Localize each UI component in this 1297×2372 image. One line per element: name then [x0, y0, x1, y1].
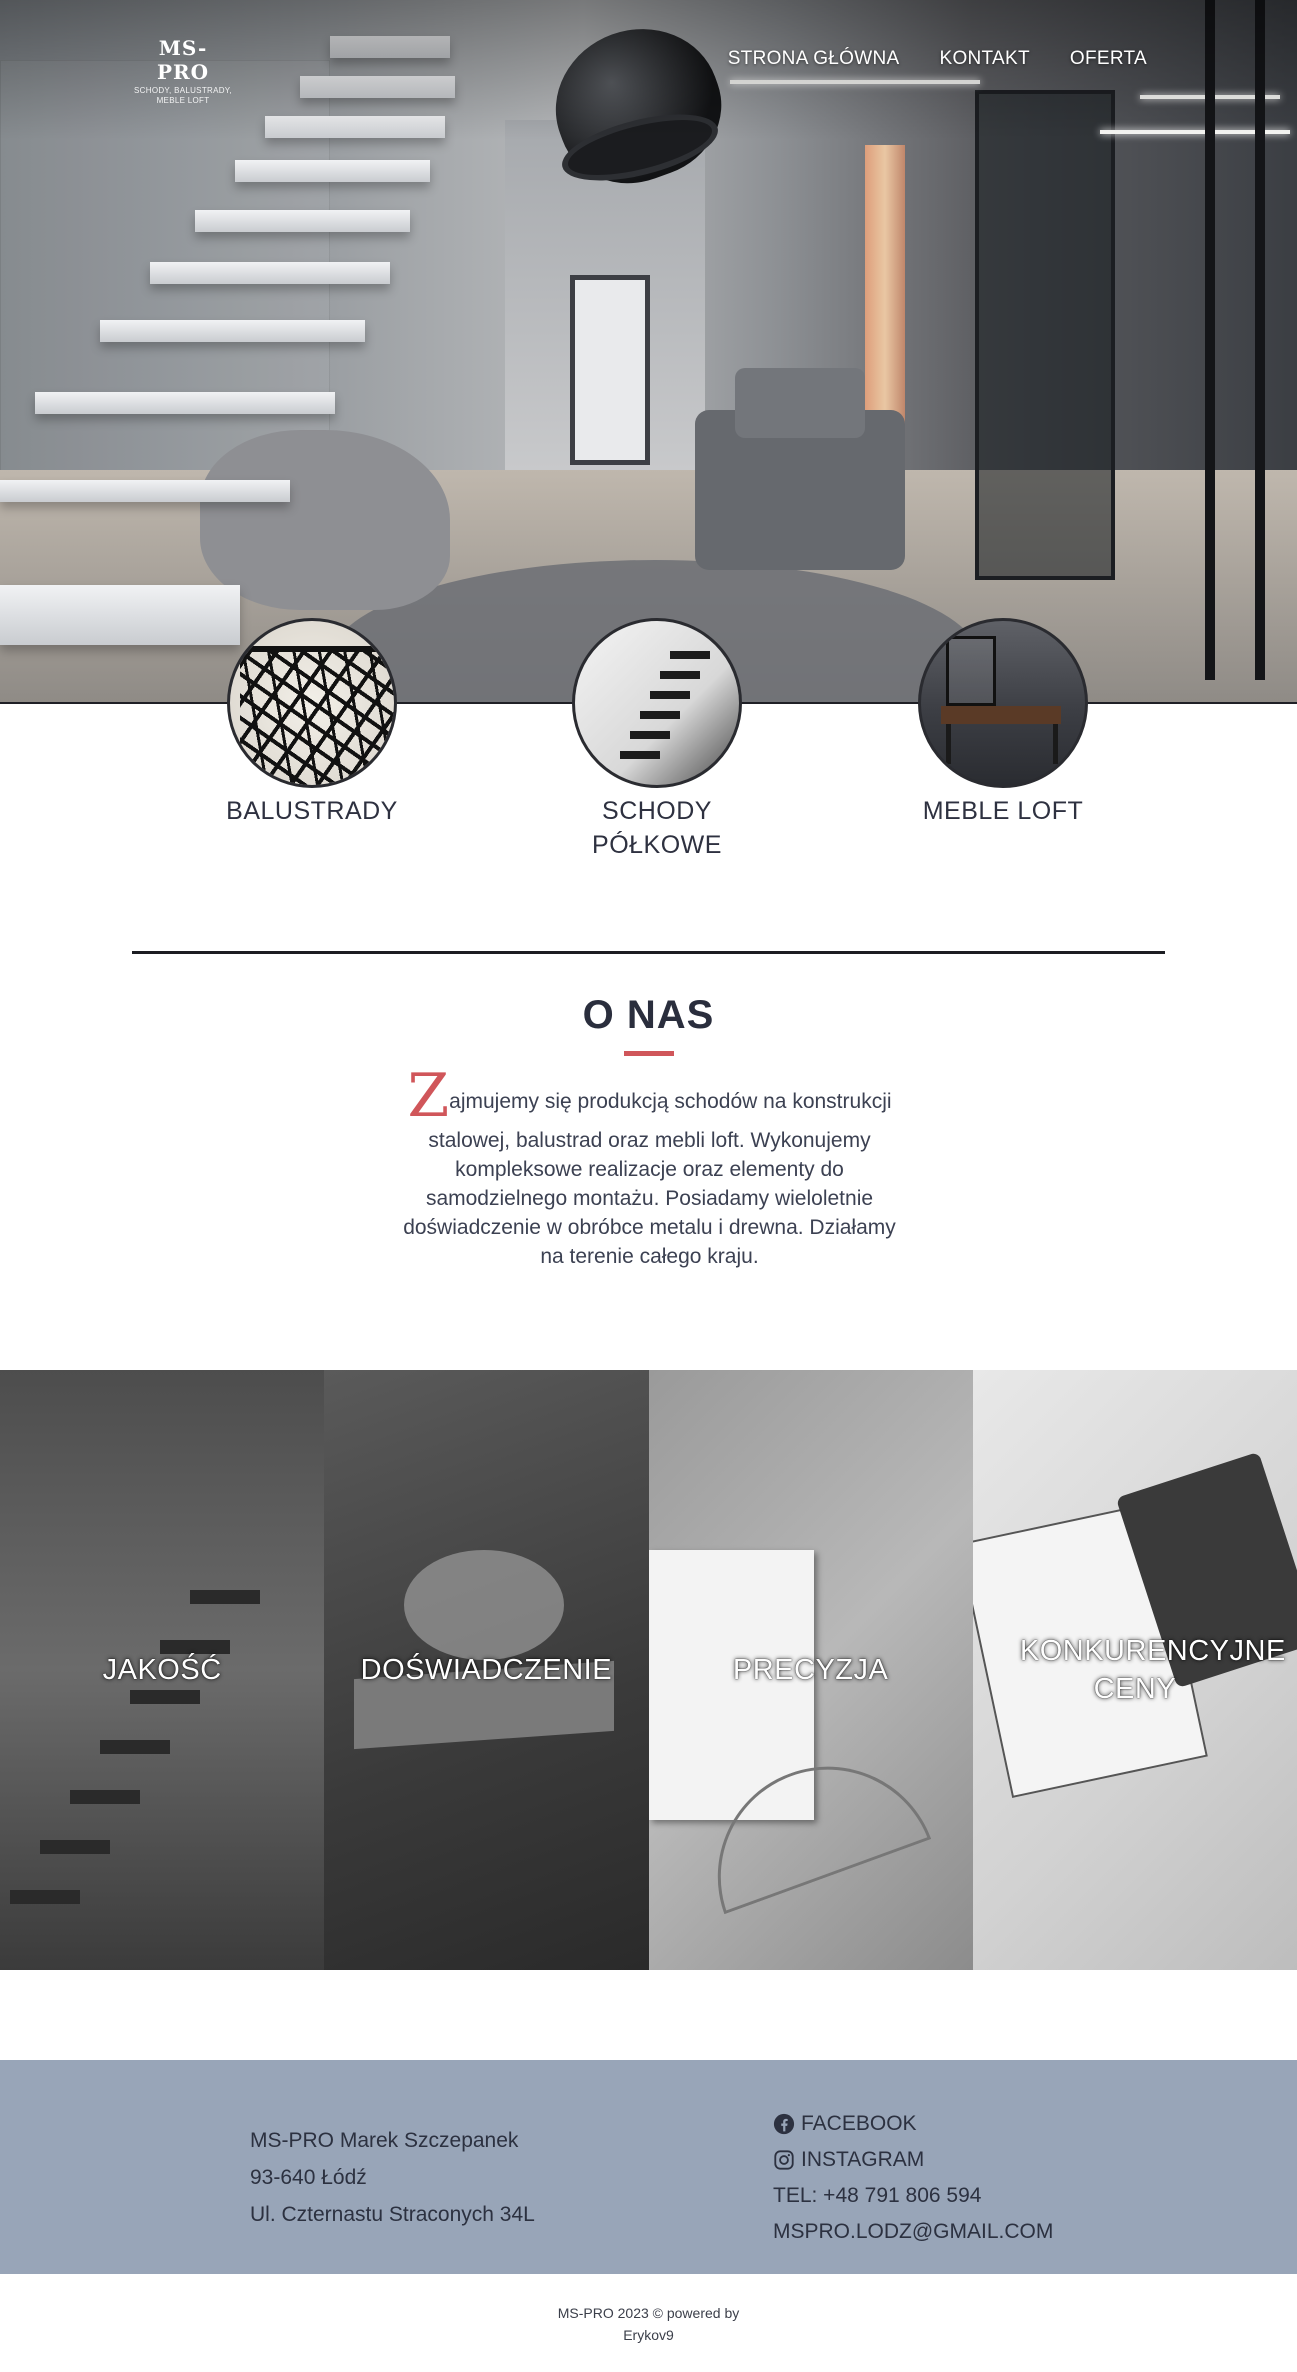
drop-cap: Z [407, 1061, 450, 1131]
category-label[interactable]: BALUSTRADY [187, 794, 437, 828]
phone-number[interactable]: TEL: +48 791 806 594 [773, 2178, 1053, 2214]
table [941, 706, 1061, 724]
category-label[interactable]: SCHODY PÓŁKOWE [587, 794, 727, 862]
stair-step [670, 651, 710, 659]
facebook-icon [773, 2113, 795, 2135]
copyright: MS-PRO 2023 © powered by Erykov9 [0, 2302, 1297, 2346]
footer [0, 2060, 1297, 2274]
balustrade-pattern [240, 646, 394, 785]
feature-tile: JAKOŚĆ [0, 1370, 325, 1970]
instagram-label[interactable]: INSTAGRAM [801, 2142, 924, 2178]
hero-armchair [695, 368, 905, 570]
about-underline [624, 1051, 674, 1056]
feature-tile: KONKURENCYJNE CENY [972, 1370, 1297, 1970]
stair-step [190, 1590, 260, 1604]
logo-title: MS-PRO [156, 36, 210, 84]
stair-step [130, 1690, 200, 1704]
instagram-icon [774, 2150, 794, 2170]
stair-step [10, 1890, 80, 1904]
company-name: MS-PRO Marek Szczepanek [250, 2129, 519, 2152]
logo-subtitle: SCHODY, BALUSTRADY, MEBLE LOFT [134, 86, 232, 105]
logo[interactable]: MS-PRO SCHODY, BALUSTRADY, MEBLE LOFT [133, 36, 233, 106]
feature-tile: DOŚWIADCZENIE [324, 1370, 649, 1970]
feature-label: JAKOŚĆ [102, 1654, 222, 1686]
email-address[interactable]: MSPRO.LODZ@GMAIL.COM [773, 2214, 1053, 2250]
stair-step [620, 751, 660, 759]
feature-label: PRECYZJA [732, 1654, 889, 1686]
stair-step [195, 210, 410, 232]
hero-door [570, 275, 650, 465]
section-divider [132, 951, 1165, 954]
stair-step [100, 1740, 170, 1754]
stair-step [640, 711, 680, 719]
stair-step [40, 1840, 110, 1854]
feature-label: DOŚWIADCZENIE [360, 1654, 613, 1686]
hands-image [404, 1550, 565, 1660]
stair-step [660, 671, 700, 679]
stair-step [150, 262, 390, 284]
instagram-link[interactable]: INSTAGRAM [773, 2142, 1053, 2178]
copyright-line: MS-PRO 2023 © powered by [557, 2305, 740, 2321]
facebook-label[interactable]: FACEBOOK [801, 2106, 917, 2142]
category-schody[interactable]: SCHODY PÓŁKOWE [532, 618, 782, 862]
footer-address: MS-PRO Marek Szczepanek 93-640 Łódź Ul. … [250, 2122, 535, 2233]
stair-step [0, 480, 290, 502]
stair-step [100, 320, 365, 342]
category-image-balustrady[interactable] [227, 618, 397, 788]
stair-step [650, 691, 690, 699]
facebook-link[interactable]: FACEBOOK [773, 2106, 1053, 2142]
about-title: O NAS [582, 993, 715, 1037]
stair-step [235, 160, 430, 182]
category-image-meble[interactable] [918, 618, 1088, 788]
category-image-schody[interactable] [572, 618, 742, 788]
street: Ul. Czternastu Straconych 34L [250, 2203, 535, 2226]
hero-beanbag [200, 430, 450, 610]
features-grid: JAKOŚĆ DOŚWIADCZENIE PRECYZJA KONKURENCY… [0, 1370, 1297, 1970]
hero-glass-wall [975, 90, 1115, 580]
stair-step [70, 1790, 140, 1804]
category-balustrady[interactable]: BALUSTRADY [187, 618, 437, 828]
footer-contact: FACEBOOK INSTAGRAM TEL: +48 791 806 594 … [773, 2106, 1053, 2250]
about-body: ajmujemy się produkcją schodów na konstr… [403, 1090, 896, 1268]
category-meble-loft[interactable]: MEBLE LOFT [878, 618, 1128, 828]
shelf [946, 636, 996, 706]
main-nav: STRONA GŁÓWNA KONTAKT OFERTA [728, 48, 1147, 70]
feature-label: KONKURENCYJNE CENY [1019, 1635, 1286, 1705]
category-label[interactable]: MEBLE LOFT [878, 794, 1128, 828]
table-leg [946, 724, 951, 764]
postal-city: 93-640 Łódź [250, 2166, 367, 2189]
about-text: Zajmujemy się produkcją schodów na konst… [392, 1066, 907, 1271]
author-link[interactable]: Erykov9 [0, 2324, 1297, 2346]
nav-home[interactable]: STRONA GŁÓWNA [728, 48, 900, 70]
nav-contact[interactable]: KONTAKT [939, 48, 1029, 70]
stair-step [630, 731, 670, 739]
stair-step [35, 392, 335, 414]
nav-offer[interactable]: OFERTA [1070, 48, 1147, 70]
table-leg [1053, 724, 1058, 764]
feature-tile: PRECYZJA [648, 1370, 973, 1970]
